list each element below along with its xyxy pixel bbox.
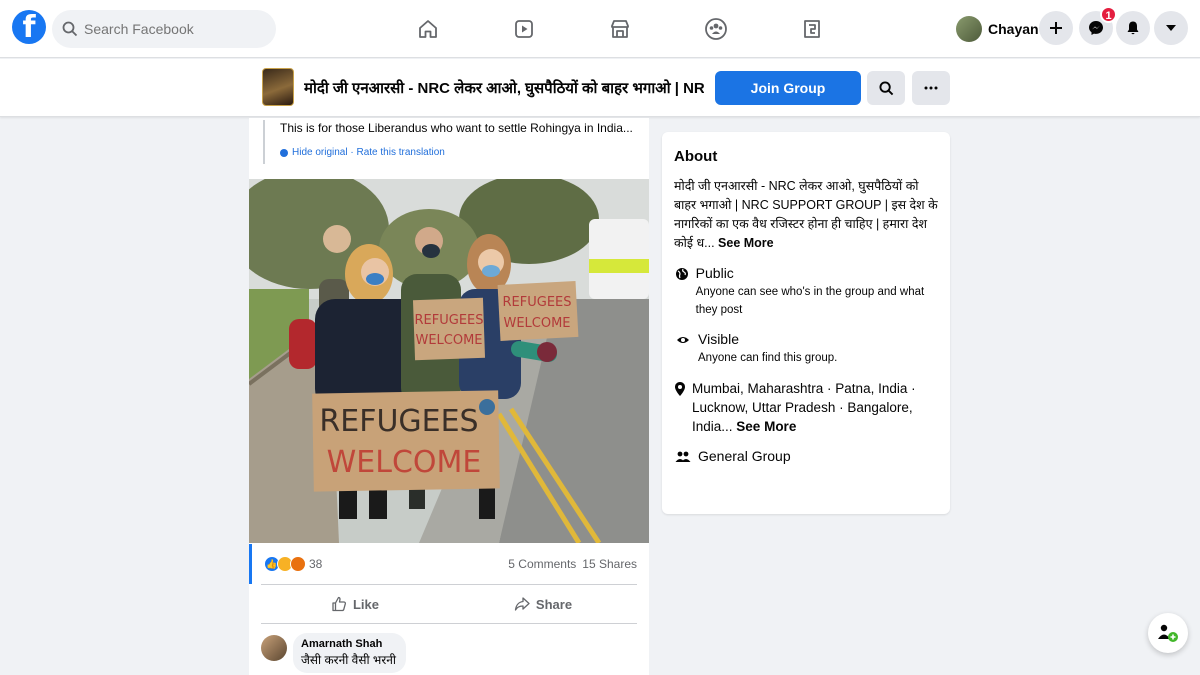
like-label: Like xyxy=(352,596,379,612)
eye-icon xyxy=(677,337,689,343)
create-button[interactable] xyxy=(1039,11,1073,45)
reaction-icons[interactable]: 👍 xyxy=(264,556,306,572)
small-sign-1-line-2: WELCOME xyxy=(415,333,482,348)
video-icon xyxy=(515,20,533,38)
profile-name: Chayan xyxy=(988,21,1039,37)
reaction-count[interactable]: 38 xyxy=(309,557,322,571)
share-button[interactable]: Share xyxy=(449,585,637,623)
more-options-button[interactable] xyxy=(912,71,950,105)
messenger-button[interactable]: 1 xyxy=(1079,6,1117,45)
globe-icon xyxy=(675,268,688,280)
comment-text: जैसी करनी वैसी भरनी xyxy=(301,653,397,667)
home-icon xyxy=(419,20,437,38)
visibility-description: Anyone can find this group. xyxy=(698,352,838,364)
store-icon xyxy=(611,20,629,38)
see-more-link[interactable]: See More xyxy=(718,236,774,250)
large-sign-line-2: WELCOME xyxy=(327,445,482,480)
groups-icon xyxy=(705,18,727,40)
search-input[interactable] xyxy=(84,21,264,37)
thumbs-up-icon xyxy=(332,596,347,612)
avatar xyxy=(956,16,982,42)
visibility-row: Visible Anyone can find this group. xyxy=(674,331,938,367)
location-pin-icon xyxy=(675,382,685,396)
about-card: About मोदी जी एनआरसी - NRC लेकर आओ, घुसप… xyxy=(662,132,950,514)
location-row: Mumbai, Maharashtra · Patna, India · Luc… xyxy=(674,379,938,436)
top-navigation-bar: f Chayan 1 xyxy=(0,0,1200,58)
notification-badge: 1 xyxy=(1100,6,1117,23)
search-icon xyxy=(878,80,893,95)
search-icon xyxy=(62,21,78,37)
account-menu-button[interactable] xyxy=(1154,11,1188,45)
small-sign-1-line-1: REFUGEES xyxy=(415,313,484,328)
people-icon xyxy=(675,451,691,462)
group-search-button[interactable] xyxy=(867,71,905,105)
tab-watch[interactable] xyxy=(476,0,572,58)
post-card: This is for those Liberandus who want to… xyxy=(249,118,649,675)
group-type-row: General Group xyxy=(674,448,938,464)
tab-gaming[interactable] xyxy=(764,0,860,58)
about-description-text: मोदी जी एनआरसी - NRC लेकर आओ, घुसपैठियों… xyxy=(674,179,938,250)
group-type: General Group xyxy=(698,448,791,464)
new-room-button[interactable] xyxy=(1148,613,1188,653)
large-sign-line-1: REFUGEES xyxy=(319,404,478,439)
translation-links: Hide original · Rate this translation xyxy=(280,147,637,158)
hide-original-link[interactable]: Hide original xyxy=(292,147,348,158)
small-sign-1: REFUGEES WELCOME xyxy=(412,297,486,361)
comments-count[interactable]: 5 Comments xyxy=(508,557,576,571)
privacy-title: Public xyxy=(695,265,734,281)
about-title: About xyxy=(674,148,718,165)
location-see-more-link[interactable]: See More xyxy=(736,419,796,434)
about-description: मोदी जी एनआरसी - NRC लेकर आओ, घुसपैठियों… xyxy=(674,177,938,253)
protest-photo-illustration: REFUGEES WELCOME REFUGEES WELCOME REFUGE… xyxy=(249,179,649,543)
profile-chip[interactable]: Chayan xyxy=(952,12,1047,46)
like-button[interactable]: Like xyxy=(261,585,449,623)
plus-icon xyxy=(1050,22,1062,34)
ellipsis-icon xyxy=(924,86,938,90)
bell-icon xyxy=(1127,21,1139,35)
facebook-logo-icon[interactable]: f xyxy=(12,10,46,44)
search-box[interactable] xyxy=(52,10,276,48)
privacy-row: Public Anyone can see who's in the group… xyxy=(674,265,938,319)
privacy-description: Anyone can see who's in the group and wh… xyxy=(695,286,925,316)
group-title[interactable]: मोदी जी एनआरसी - NRC लेकर आओ, घुसपैठियों… xyxy=(304,78,704,98)
comment-author[interactable]: Amarnath Shah xyxy=(301,638,396,650)
messenger-icon xyxy=(1089,21,1103,35)
tab-home[interactable] xyxy=(380,0,476,58)
comment-bubble: Amarnath Shah जैसी करनी वैसी भरनी xyxy=(293,633,407,673)
share-icon xyxy=(514,597,530,611)
tab-groups[interactable] xyxy=(668,0,764,58)
angry-reaction-icon xyxy=(290,556,306,572)
shares-count[interactable]: 15 Shares xyxy=(582,557,637,571)
join-group-button[interactable]: Join Group xyxy=(715,71,861,105)
reactions-summary: 👍 38 5 Comments 15 Shares xyxy=(249,544,649,584)
location-list: Mumbai, Maharashtra · Patna, India · Luc… xyxy=(692,381,916,434)
caret-down-icon xyxy=(1166,25,1176,31)
translate-icon xyxy=(280,148,288,157)
nav-tabs xyxy=(380,0,860,58)
avatar[interactable] xyxy=(261,635,287,661)
share-label: Share xyxy=(535,596,573,612)
small-sign-2: REFUGEES WELCOME xyxy=(497,280,579,341)
tab-marketplace[interactable] xyxy=(572,0,668,58)
post-caption-block: This is for those Liberandus who want to… xyxy=(263,120,637,164)
group-thumbnail[interactable] xyxy=(262,68,294,106)
large-sign: REFUGEES WELCOME xyxy=(312,390,500,492)
small-sign-2-line-2: WELCOME xyxy=(503,316,570,331)
visibility-title: Visible xyxy=(698,331,739,347)
post-actions: Like Share xyxy=(261,584,637,624)
rate-translation-link[interactable]: Rate this translation xyxy=(356,147,444,158)
post-caption: This is for those Liberandus who want to… xyxy=(280,121,633,135)
gaming-icon xyxy=(804,20,820,38)
people-add-icon xyxy=(1158,624,1178,642)
small-sign-2-line-1: REFUGEES xyxy=(503,295,572,310)
comment-item: Amarnath Shah जैसी करनी वैसी भरनी xyxy=(261,633,407,673)
post-photo[interactable]: REFUGEES WELCOME REFUGEES WELCOME REFUGE… xyxy=(249,179,649,543)
notifications-button[interactable] xyxy=(1116,11,1150,45)
